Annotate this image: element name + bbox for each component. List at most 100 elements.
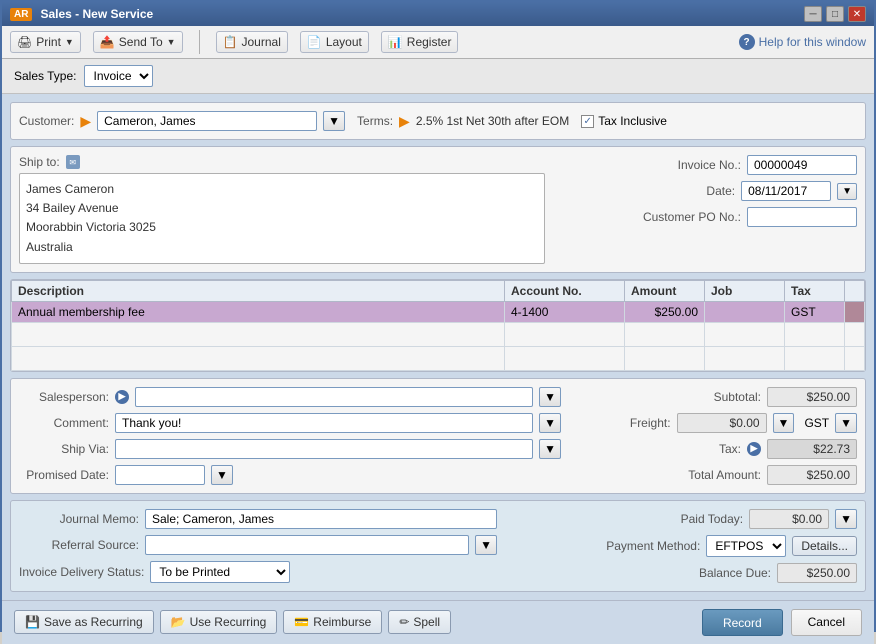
tax-value: $22.73 [767,439,857,459]
freight-tax-label: GST [804,416,829,430]
col-tax: Tax [785,280,845,301]
promised-date-input[interactable] [115,465,205,485]
terms-field-group: Terms: ▶ 2.5% 1st Net 30th after EOM [357,113,569,130]
referral-row: Referral Source: ▼ [19,535,497,555]
delivery-label: Invoice Delivery Status: [19,565,144,579]
spell-button[interactable]: ✏ Spell [388,610,451,634]
referral-dropdown-button[interactable]: ▼ [475,535,497,555]
send-to-button[interactable]: 📤 Send To ▼ [93,31,183,53]
send-to-label: Send To [119,35,163,49]
terms-nav-icon[interactable]: ▶ [399,113,410,130]
print-button[interactable]: 🖨 Print ▼ [10,31,81,53]
right-fields: Subtotal: $250.00 Freight: $0.00 ▼ GST ▼… [577,387,857,485]
date-picker-button[interactable]: ▼ [837,183,857,200]
layout-button[interactable]: 📄 Layout [300,31,369,53]
total-label: Total Amount: [671,468,761,482]
ship-to-label: Ship to: [19,155,60,169]
address-line4: Australia [26,238,538,257]
cancel-label: Cancel [808,615,845,629]
salesperson-nav-icon[interactable]: ▶ [115,390,129,404]
empty-cell [12,322,505,346]
layout-label: Layout [326,35,362,49]
salesperson-input[interactable] [135,387,533,407]
send-to-dropdown-arrow: ▼ [167,37,176,47]
col-description: Description [12,280,505,301]
print-icon: 🖨 [17,35,32,49]
save-recurring-label: Save as Recurring [44,615,143,629]
journal-panel: Journal Memo: Referral Source: ▼ Invoice… [10,500,866,592]
col-amount: Amount [625,280,705,301]
footer: 💾 Save as Recurring 📂 Use Recurring 💳 Re… [2,600,874,644]
address-line2: 34 Bailey Avenue [26,199,538,218]
maximize-button[interactable]: □ [826,6,844,22]
ship-via-input[interactable] [115,439,533,459]
row-extra [845,301,865,322]
spell-label: Spell [413,615,440,629]
comment-input[interactable] [115,413,533,433]
save-recurring-icon: 💾 [25,615,40,629]
invoice-po-row: Customer PO No.: [557,207,857,227]
invoice-date-input[interactable] [741,181,831,201]
freight-dropdown-button[interactable]: ▼ [773,413,795,433]
journal-memo-input[interactable] [145,509,497,529]
terms-value: 2.5% 1st Net 30th after EOM [416,114,569,128]
invoice-date-row: Date: ▼ [557,181,857,201]
invoice-col: Invoice No.: Date: ▼ Customer PO No.: [557,155,857,264]
referral-input[interactable] [145,535,469,555]
tax-inclusive-checkbox[interactable]: ✓ [581,115,594,128]
freight-label: Freight: [581,416,671,430]
tax-info-icon[interactable]: ▶ [747,442,761,456]
salesperson-row: Salesperson: ▶ ▼ [19,387,561,407]
use-recurring-button[interactable]: 📂 Use Recurring [160,610,278,634]
table-row[interactable]: Annual membership fee 4-1400 $250.00 GST [12,301,865,322]
table-header-row: Description Account No. Amount Job Tax [12,280,865,301]
customer-nav-icon[interactable]: ▶ [80,113,91,130]
ship-via-dropdown-button[interactable]: ▼ [539,439,561,459]
record-label: Record [723,616,762,630]
invoice-po-input[interactable] [747,207,857,227]
delivery-select[interactable]: To be Printed [150,561,290,583]
table-row-empty-2[interactable] [12,346,865,370]
journal-button[interactable]: 📋 Journal [216,31,288,53]
customer-dropdown-button[interactable]: ▼ [323,111,345,131]
journal-icon: 📋 [223,35,238,49]
comment-dropdown-button[interactable]: ▼ [539,413,561,433]
subtotal-row: Subtotal: $250.00 [577,387,857,407]
register-icon: 📊 [388,35,403,49]
promised-date-row: Promised Date: ▼ [19,465,561,485]
row-description: Annual membership fee [12,301,505,322]
invoice-date-label: Date: [706,184,735,198]
close-button[interactable]: ✕ [848,6,866,22]
reimburse-button[interactable]: 💳 Reimburse [283,610,382,634]
minimize-button[interactable]: ─ [804,6,822,22]
window-title: Sales - New Service [40,7,153,21]
sales-type-select[interactable]: Invoice [84,65,153,87]
invoice-number-input[interactable] [747,155,857,175]
details-button[interactable]: Details... [792,536,857,556]
register-button[interactable]: 📊 Register [381,31,459,53]
title-bar-left: AR Sales - New Service [10,7,153,21]
footer-left-buttons: 💾 Save as Recurring 📂 Use Recurring 💳 Re… [14,610,451,634]
ship-icon[interactable]: ✉ [66,155,80,169]
promised-date-dropdown-button[interactable]: ▼ [211,465,233,485]
sales-type-row: Sales Type: Invoice [2,59,874,94]
help-button[interactable]: ? Help for this window [739,34,866,50]
title-bar-controls: ─ □ ✕ [804,6,866,22]
balance-due-value: $250.00 [777,563,857,583]
table-row-empty-1[interactable] [12,322,865,346]
subtotal-value: $250.00 [767,387,857,407]
payment-method-select[interactable]: EFTPOS [706,535,786,557]
bottom-panel: Salesperson: ▶ ▼ Comment: ▼ Ship Via: ▼ [10,378,866,494]
paid-today-dropdown-button[interactable]: ▼ [835,509,857,529]
sales-type-label: Sales Type: [14,69,76,83]
salesperson-dropdown-button[interactable]: ▼ [539,387,561,407]
spell-icon: ✏ [399,615,409,629]
freight-row: Freight: $0.00 ▼ GST ▼ [577,413,857,433]
freight-tax-dropdown-button[interactable]: ▼ [835,413,857,433]
promised-date-label: Promised Date: [19,468,109,482]
journal-memo-row: Journal Memo: [19,509,497,529]
line-items-table: Description Account No. Amount Job Tax A… [11,280,865,371]
help-icon: ? [739,34,755,50]
save-recurring-button[interactable]: 💾 Save as Recurring [14,610,154,634]
customer-input[interactable] [97,111,317,131]
